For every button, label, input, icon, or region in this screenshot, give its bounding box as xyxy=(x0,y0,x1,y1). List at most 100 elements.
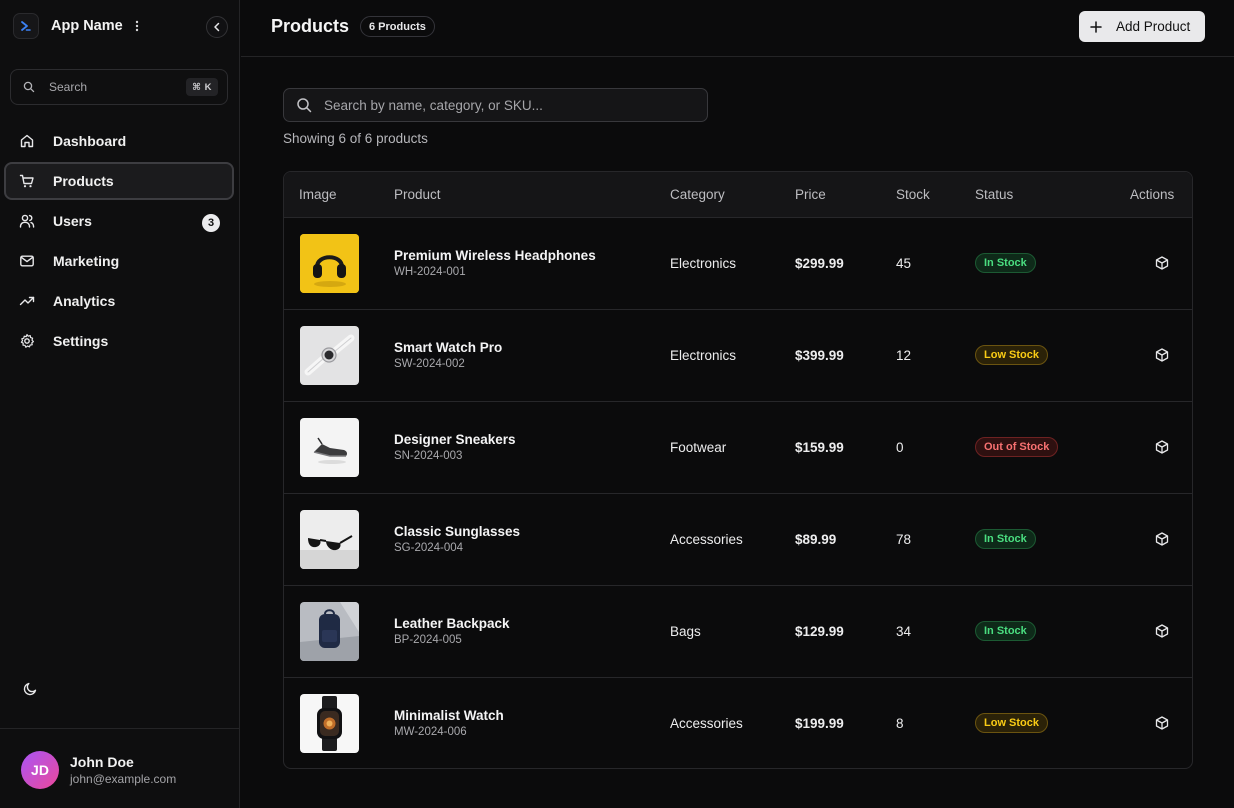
add-product-label: Add Product xyxy=(1116,19,1191,34)
table-header: Image Product Category Price Stock Statu… xyxy=(284,172,1192,218)
sidebar-item-settings[interactable]: Settings xyxy=(4,322,234,360)
column-header-category: Category xyxy=(670,187,725,202)
status-badge: Low Stock xyxy=(975,345,1049,365)
product-stock: 12 xyxy=(896,348,912,363)
user-info: John Doe john@example.com xyxy=(70,754,176,787)
product-image-sneaker xyxy=(300,418,359,477)
product-box-icon[interactable] xyxy=(1154,531,1170,547)
search-icon xyxy=(23,81,35,93)
add-product-button[interactable]: Add Product xyxy=(1079,11,1205,42)
user-profile[interactable]: JD John Doe john@example.com xyxy=(21,751,176,789)
moon-icon xyxy=(23,682,36,695)
sidebar-item-marketing[interactable]: Marketing xyxy=(4,242,234,280)
product-sku: MW-2024-006 xyxy=(394,726,467,738)
users-icon xyxy=(19,213,35,229)
sidebar-search[interactable]: Search ⌘ K xyxy=(10,69,228,105)
app-logo-icon[interactable] xyxy=(13,13,39,39)
product-box-icon[interactable] xyxy=(1154,347,1170,363)
sidebar-item-products[interactable]: Products xyxy=(4,162,234,200)
sidebar-item-label: Marketing xyxy=(53,253,120,269)
table-row[interactable]: Leather Backpack BP-2024-005 Bags $129.9… xyxy=(284,586,1192,678)
user-email: john@example.com xyxy=(70,771,177,786)
product-price: $159.99 xyxy=(795,440,844,455)
gear-icon xyxy=(19,333,35,349)
trending-up-icon xyxy=(19,293,35,309)
table-row[interactable]: Premium Wireless Headphones WH-2024-001 … xyxy=(284,218,1192,310)
theme-toggle-button[interactable] xyxy=(20,678,40,698)
page-title: Products xyxy=(271,16,350,36)
product-image-backpack xyxy=(300,602,359,661)
status-badge: Low Stock xyxy=(975,713,1049,733)
sidebar-item-label: Dashboard xyxy=(53,133,127,149)
product-price: $129.99 xyxy=(795,624,844,639)
product-box-icon[interactable] xyxy=(1154,439,1170,455)
column-header-image: Image xyxy=(299,187,337,202)
product-sku: WH-2024-001 xyxy=(394,266,466,278)
product-box-icon[interactable] xyxy=(1154,715,1170,731)
column-header-status: Status xyxy=(975,187,1014,202)
brand: App Name xyxy=(13,13,143,39)
product-name: Premium Wireless Headphones xyxy=(394,248,596,263)
user-name: John Doe xyxy=(70,753,134,770)
more-vertical-icon[interactable] xyxy=(131,18,143,34)
column-header-price: Price xyxy=(795,187,826,202)
cart-icon xyxy=(19,173,35,189)
column-header-stock: Stock xyxy=(896,187,930,202)
results-count: Showing 6 of 6 products xyxy=(283,131,428,146)
table-row[interactable]: Minimalist Watch MW-2024-006 Accessories… xyxy=(284,678,1192,768)
sidebar-item-analytics[interactable]: Analytics xyxy=(4,282,234,320)
product-sku: BP-2024-005 xyxy=(394,634,462,646)
sidebar-item-label: Settings xyxy=(53,333,109,349)
product-price: $399.99 xyxy=(795,348,844,363)
chevron-left-icon xyxy=(214,22,220,32)
mail-icon xyxy=(19,253,35,269)
collapse-sidebar-button[interactable] xyxy=(206,16,228,38)
product-search[interactable] xyxy=(283,88,708,122)
sidebar-item-users[interactable]: Users 3 xyxy=(4,202,234,240)
product-box-icon[interactable] xyxy=(1154,255,1170,271)
product-image-smartwatch xyxy=(300,326,359,385)
sidebar-divider xyxy=(0,728,240,729)
sidebar-item-label: Products xyxy=(53,173,114,189)
product-stock: 45 xyxy=(896,256,912,271)
table-row[interactable]: Smart Watch Pro SW-2024-002 Electronics … xyxy=(284,310,1192,402)
product-stock: 78 xyxy=(896,532,912,547)
product-name: Smart Watch Pro xyxy=(394,340,503,355)
home-icon xyxy=(19,133,35,149)
status-badge: In Stock xyxy=(975,253,1036,273)
users-count-badge: 3 xyxy=(202,214,220,232)
status-badge: In Stock xyxy=(975,621,1036,641)
product-sku: SW-2024-002 xyxy=(394,358,465,370)
product-box-icon[interactable] xyxy=(1154,623,1170,639)
column-header-product: Product xyxy=(394,187,441,202)
product-category: Accessories xyxy=(670,716,743,731)
search-shortcut: ⌘ K xyxy=(186,78,218,96)
product-category: Bags xyxy=(670,624,701,639)
sidebar: App Name Search ⌘ K Dashboard Products U… xyxy=(0,0,240,808)
search-icon xyxy=(297,98,312,113)
table-row[interactable]: Designer Sneakers SN-2024-003 Footwear $… xyxy=(284,402,1192,494)
product-category: Electronics xyxy=(670,256,737,271)
plus-icon xyxy=(1090,18,1102,36)
sidebar-search-placeholder: Search xyxy=(49,80,88,94)
product-price: $199.99 xyxy=(795,716,844,731)
product-name: Classic Sunglasses xyxy=(394,524,521,539)
column-header-actions: Actions xyxy=(1130,187,1175,202)
product-image-sunglasses xyxy=(300,510,359,569)
product-stock: 0 xyxy=(896,440,904,455)
product-search-input[interactable] xyxy=(324,97,684,113)
product-category: Electronics xyxy=(670,348,737,363)
product-image-headphones xyxy=(300,234,359,293)
product-name: Minimalist Watch xyxy=(394,708,504,723)
product-price: $89.99 xyxy=(795,532,837,547)
status-badge: Out of Stock xyxy=(975,437,1059,457)
sidebar-item-label: Users xyxy=(53,213,92,229)
products-table: Image Product Category Price Stock Statu… xyxy=(283,171,1193,769)
sidebar-nav: Dashboard Products Users 3 Marketing Ana… xyxy=(4,122,234,362)
table-row[interactable]: Classic Sunglasses SG-2024-004 Accessori… xyxy=(284,494,1192,586)
product-stock: 8 xyxy=(896,716,904,731)
sidebar-item-dashboard[interactable]: Dashboard xyxy=(4,122,234,160)
product-stock: 34 xyxy=(896,624,912,639)
avatar[interactable]: JD xyxy=(21,751,59,789)
product-category: Accessories xyxy=(670,532,743,547)
